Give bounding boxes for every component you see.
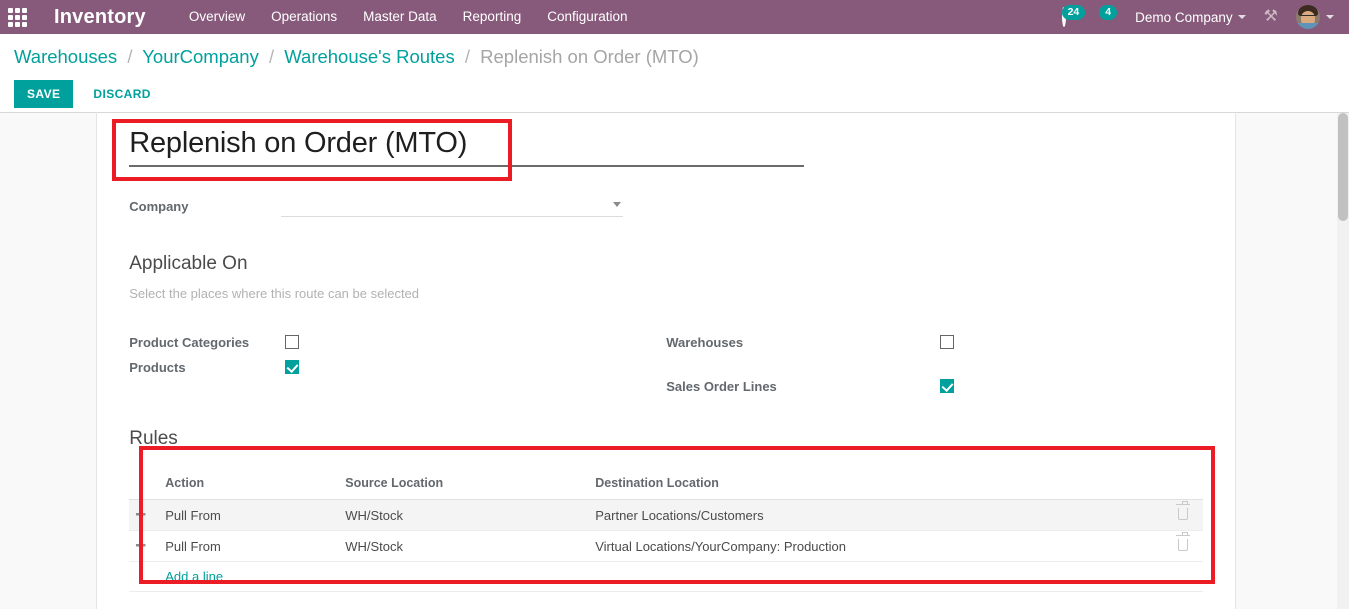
breadcrumb-separator: / bbox=[464, 46, 470, 67]
header-handle bbox=[129, 472, 160, 500]
checkbox-row-sales-order-lines: Sales Order Lines bbox=[666, 379, 1203, 394]
menu-item-overview[interactable]: Overview bbox=[176, 0, 258, 34]
table-header-row: Action Source Location Destination Locat… bbox=[129, 472, 1204, 500]
checkbox-row-warehouses: Warehouses bbox=[666, 335, 1203, 350]
chevron-down-icon bbox=[1237, 15, 1246, 19]
rules-section: Rules Action Source Location Destination… bbox=[129, 428, 1216, 592]
warehouses-label: Warehouses bbox=[666, 335, 744, 350]
breadcrumb-item-warehouses-routes[interactable]: Warehouse's Routes bbox=[284, 46, 454, 67]
company-input-wrap[interactable] bbox=[281, 195, 624, 217]
cell-source-location[interactable]: WH/Stock bbox=[339, 530, 590, 562]
header-source-location[interactable]: Source Location bbox=[339, 472, 590, 500]
avatar bbox=[1296, 5, 1320, 29]
cell-action[interactable]: Pull From bbox=[159, 530, 340, 562]
breadcrumb-item-current: Replenish on Order (MTO) bbox=[480, 46, 699, 67]
checkbox-row-products: Products bbox=[129, 360, 666, 375]
company-name-label: Demo Company bbox=[1135, 9, 1233, 25]
save-button[interactable]: SAVE bbox=[14, 80, 74, 108]
rules-table-body: ✚ Pull From WH/Stock Partner Locations/C… bbox=[129, 499, 1204, 592]
company-label: Company bbox=[129, 198, 189, 214]
top-navbar: Inventory Overview Operations Master Dat… bbox=[0, 0, 1349, 34]
main-menu: Overview Operations Master Data Reportin… bbox=[176, 0, 641, 34]
header-actions bbox=[1163, 472, 1204, 500]
record-action-buttons: SAVE DISCARD bbox=[14, 80, 1335, 108]
add-a-line-link[interactable]: Add a line bbox=[165, 569, 223, 584]
breadcrumb-item-warehouses[interactable]: Warehouses bbox=[14, 46, 117, 67]
record-title-row bbox=[129, 113, 1203, 167]
menu-item-master-data[interactable]: Master Data bbox=[350, 0, 450, 34]
row-drag-cell[interactable]: ✚ bbox=[129, 530, 160, 562]
company-switcher[interactable]: Demo Company bbox=[1126, 0, 1255, 34]
row-drag-cell[interactable]: ✚ bbox=[129, 499, 160, 531]
discard-button[interactable]: DISCARD bbox=[81, 80, 162, 108]
apps-grid-icon bbox=[7, 7, 27, 27]
applicable-on-checkboxes: Product Categories Products Warehouses S… bbox=[129, 335, 1203, 394]
cell-destination-location[interactable]: Partner Locations/Customers bbox=[589, 499, 1164, 531]
sales-order-lines-checkbox[interactable] bbox=[940, 379, 955, 393]
menu-item-configuration[interactable]: Configuration bbox=[534, 0, 640, 34]
message-count-badge: 4 bbox=[1099, 4, 1118, 20]
header-destination-location[interactable]: Destination Location bbox=[589, 472, 1164, 500]
trash-icon[interactable] bbox=[1176, 532, 1191, 551]
chevron-down-icon bbox=[613, 202, 622, 207]
rules-table-header: Action Source Location Destination Locat… bbox=[129, 472, 1204, 500]
products-checkbox[interactable] bbox=[285, 360, 300, 374]
user-menu-button[interactable] bbox=[1287, 0, 1343, 34]
scrollbar-thumb[interactable] bbox=[1338, 113, 1349, 221]
applicable-on-title: Applicable On bbox=[129, 253, 248, 274]
field-company: Company bbox=[129, 195, 1203, 217]
crossed-tools-icon: ⚒ bbox=[1263, 8, 1278, 25]
apps-menu-button[interactable] bbox=[0, 0, 34, 34]
sheet-left-gutter bbox=[0, 112, 98, 609]
drag-handle-icon[interactable]: ✚ bbox=[135, 538, 146, 554]
app-name[interactable]: Inventory bbox=[54, 6, 146, 29]
breadcrumb-separator: / bbox=[268, 46, 275, 67]
menu-item-reporting[interactable]: Reporting bbox=[450, 0, 535, 34]
cell-action[interactable]: Pull From bbox=[159, 499, 340, 531]
sheet-right-gutter bbox=[1235, 112, 1338, 609]
record-title-input[interactable] bbox=[129, 127, 805, 167]
chevron-down-icon bbox=[1326, 15, 1334, 19]
applicable-on-right-column: Warehouses Sales Order Lines bbox=[666, 335, 1203, 394]
form-sheet: Company Applicable On Select the places … bbox=[97, 112, 1236, 609]
cell-source-location[interactable]: WH/Stock bbox=[339, 499, 590, 531]
text-cursor bbox=[510, 130, 512, 164]
trash-icon[interactable] bbox=[1176, 501, 1191, 520]
sales-order-lines-label: Sales Order Lines bbox=[666, 379, 777, 394]
menu-item-operations[interactable]: Operations bbox=[258, 0, 350, 34]
add-line-spacer bbox=[129, 561, 160, 592]
product-categories-label: Product Categories bbox=[129, 335, 250, 350]
applicable-on-left-column: Product Categories Products bbox=[129, 335, 666, 394]
breadcrumb: Warehouses / YourCompany / Warehouse's R… bbox=[14, 34, 1335, 68]
checkbox-row-product-categories: Product Categories bbox=[129, 335, 666, 350]
header-action[interactable]: Action bbox=[159, 472, 340, 500]
form-view-content: Company Applicable On Select the places … bbox=[0, 112, 1349, 609]
rules-title: Rules bbox=[129, 428, 178, 449]
products-label: Products bbox=[129, 360, 186, 375]
row-delete-cell[interactable] bbox=[1163, 499, 1204, 531]
cell-destination-location[interactable]: Virtual Locations/YourCompany: Productio… bbox=[589, 530, 1164, 562]
messaging-menu-button[interactable]: 4 bbox=[1094, 0, 1126, 34]
activity-menu-button[interactable]: 24 bbox=[1053, 0, 1095, 34]
add-line-row: Add a line bbox=[129, 561, 1204, 592]
vertical-scrollbar[interactable] bbox=[1337, 112, 1349, 609]
row-delete-cell[interactable] bbox=[1163, 530, 1204, 562]
breadcrumb-item-yourcompany[interactable]: YourCompany bbox=[142, 46, 259, 67]
drag-handle-icon[interactable]: ✚ bbox=[135, 507, 146, 523]
table-row[interactable]: ✚ Pull From WH/Stock Virtual Locations/Y… bbox=[129, 530, 1204, 562]
table-row[interactable]: ✚ Pull From WH/Stock Partner Locations/C… bbox=[129, 499, 1204, 531]
debug-menu-button[interactable]: ⚒ bbox=[1255, 0, 1287, 34]
warehouses-checkbox[interactable] bbox=[940, 335, 955, 349]
systray: 24 4 Demo Company ⚒ bbox=[1053, 0, 1343, 34]
add-line-cell[interactable]: Add a line bbox=[159, 561, 1204, 592]
activity-count-badge: 24 bbox=[1061, 4, 1086, 20]
applicable-on-help: Select the places where this route can b… bbox=[129, 286, 420, 301]
rules-table: Action Source Location Destination Locat… bbox=[129, 472, 1204, 592]
breadcrumb-separator: / bbox=[127, 46, 133, 67]
control-panel: Warehouses / YourCompany / Warehouse's R… bbox=[0, 34, 1349, 133]
product-categories-checkbox[interactable] bbox=[285, 335, 300, 349]
